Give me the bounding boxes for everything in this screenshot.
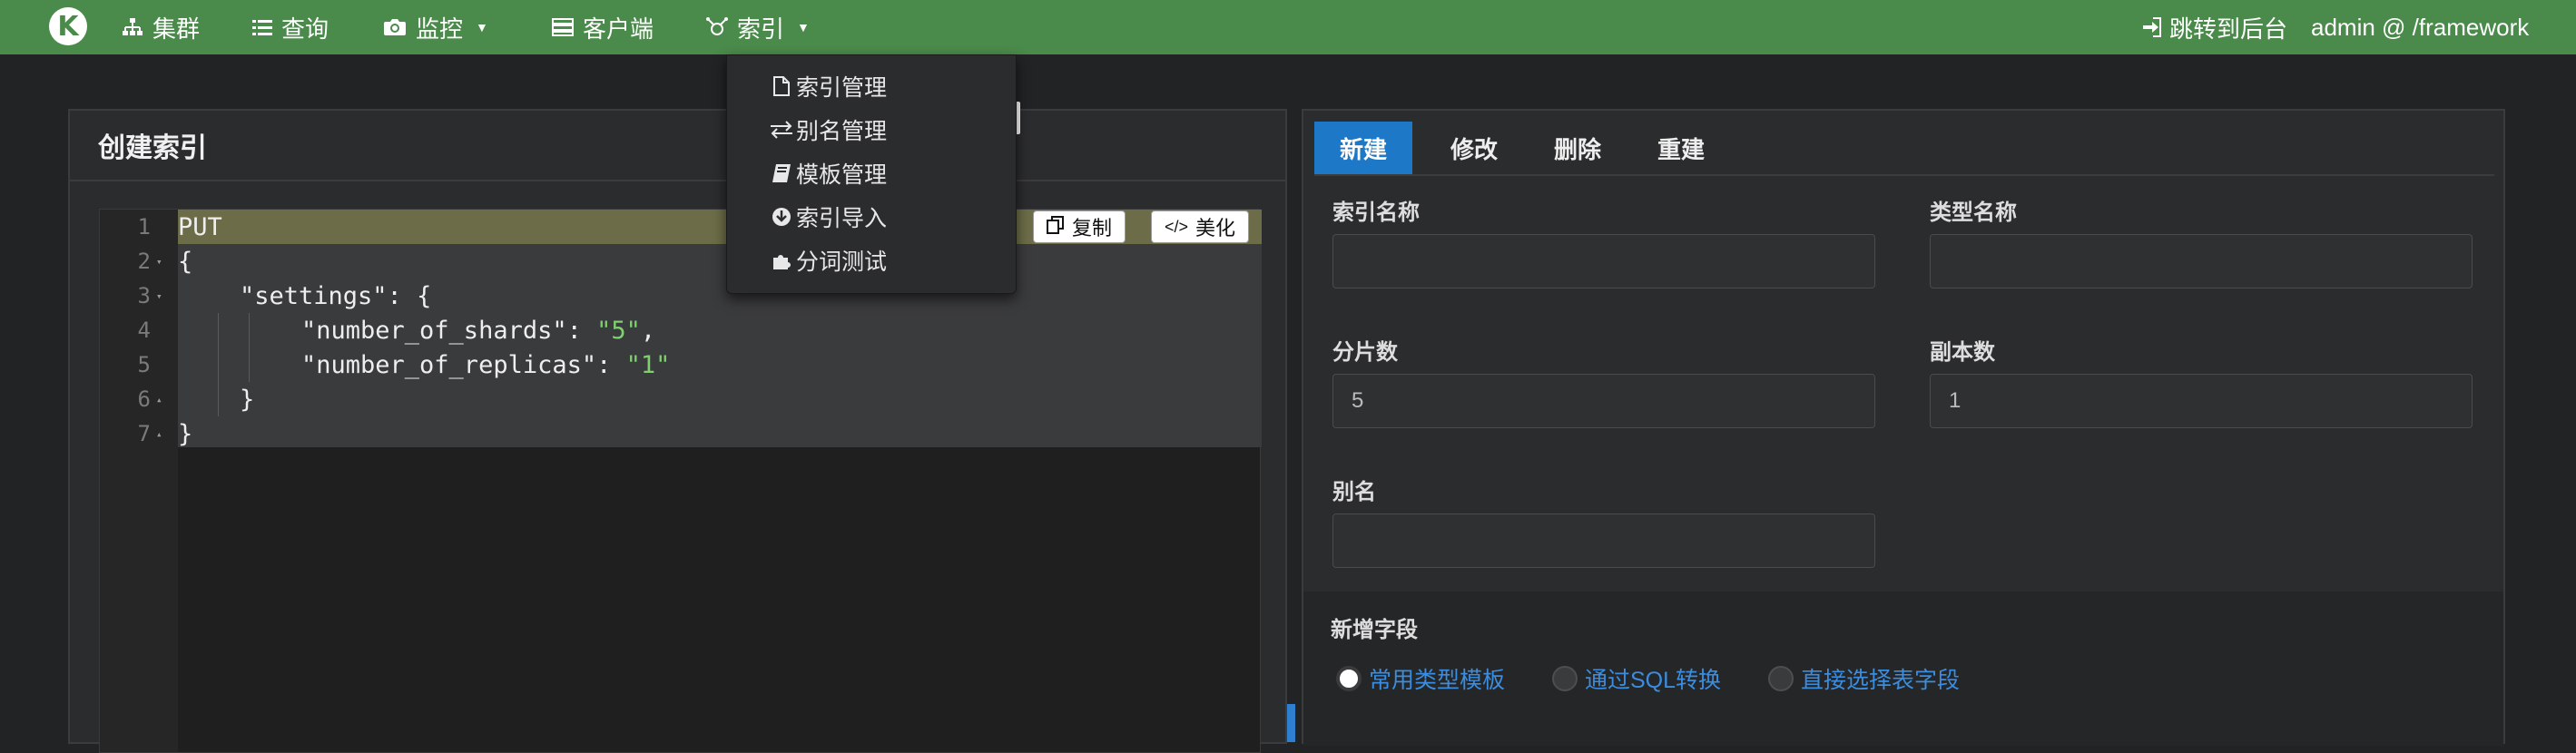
top-navbar: K 集群 查询 监控 ▼ 客户端 索引 ▼ 跳转到后台 admin @ /fra… xyxy=(0,0,2576,54)
kibana-logo-icon[interactable]: K xyxy=(49,7,87,45)
line-number: 5 xyxy=(137,352,151,377)
radio-label: 直接选择表字段 xyxy=(1801,668,1961,693)
type-name-label: 类型名称 xyxy=(1930,200,2017,225)
menu-item-tokenizer-test[interactable]: 分词测试 xyxy=(727,239,1016,282)
indent-guide xyxy=(218,313,219,416)
user-info-label: admin @ /framework xyxy=(2311,13,2530,41)
editor-gutter: 1 2 ▾ 3 ▾ 4 5 6 ▴ 7 ▴ xyxy=(100,210,178,752)
code-line-6: } xyxy=(240,385,255,414)
radio-checked-icon[interactable] xyxy=(1336,666,1362,691)
nav-client-label: 客户端 xyxy=(583,15,654,43)
nav-index[interactable]: 索引 ▼ xyxy=(706,0,810,54)
tab-modify[interactable]: 修改 xyxy=(1432,122,1516,174)
radio-label: 通过SQL转换 xyxy=(1585,668,1722,693)
radio-label: 常用类型模板 xyxy=(1369,668,1506,693)
radio-common-template[interactable]: 常用类型模板 xyxy=(1336,662,1505,695)
panel-title-text: 创建索引 xyxy=(98,133,207,163)
nav-monitor[interactable]: 监控 ▼ xyxy=(383,0,488,54)
puzzle-icon xyxy=(769,250,794,270)
indent-guide xyxy=(249,313,250,382)
line-number: 4 xyxy=(137,318,151,343)
code-editor[interactable]: 1 2 ▾ 3 ▾ 4 5 6 ▴ 7 ▴ PUT { "settings": { "n… xyxy=(99,209,1262,753)
copy-icon xyxy=(1047,215,1065,239)
menu-item-index-import[interactable]: 索引导入 xyxy=(727,195,1016,239)
line-number: 7 ▴ xyxy=(100,416,178,451)
camera-icon xyxy=(383,17,407,37)
menu-item-label: 模板管理 xyxy=(796,162,888,188)
download-icon xyxy=(769,207,794,227)
book-icon xyxy=(769,163,794,183)
tab-rebuild[interactable]: 重建 xyxy=(1639,122,1723,174)
create-index-panel: 创建索引 1 2 ▾ 3 ▾ 4 5 6 ▴ 7 ▴ PUT { "settings":… xyxy=(68,109,1287,753)
index-name-label: 索引名称 xyxy=(1332,200,1420,225)
exchange-icon xyxy=(769,121,794,139)
nav-query-label: 查询 xyxy=(281,15,329,43)
nav-cluster[interactable]: 集群 xyxy=(122,0,200,54)
menu-item-alias-manage[interactable]: 别名管理 xyxy=(727,108,1016,152)
index-form-panel: 新建 修改 删除 重建 索引名称 类型名称 分片数 副本数 别名 新增字段 常用… xyxy=(1302,109,2505,746)
list-icon xyxy=(252,18,272,36)
shards-input[interactable] xyxy=(1332,374,1875,428)
menu-item-index-manage[interactable]: 索引管理 xyxy=(727,64,1016,108)
beautify-button[interactable]: </> 美化 xyxy=(1151,210,1250,243)
code-line-7: } xyxy=(178,419,193,448)
replicas-label: 副本数 xyxy=(1930,340,1995,365)
fold-arrow-icon[interactable]: ▾ xyxy=(156,256,165,268)
file-icon xyxy=(769,76,794,96)
radio-unchecked-icon[interactable] xyxy=(1552,666,1578,691)
scrollbar[interactable] xyxy=(1287,704,1295,742)
code-line-4: "number_of_shards": "5", xyxy=(301,316,656,345)
tab-divider xyxy=(1314,174,2494,176)
code-line-2: { xyxy=(178,247,193,276)
fold-arrow-icon[interactable]: ▾ xyxy=(156,290,165,302)
user-info[interactable]: admin @ /framework xyxy=(2311,0,2529,54)
sitemap-icon xyxy=(122,17,143,37)
beautify-button-label: 美化 xyxy=(1195,217,1236,240)
code-icon: </> xyxy=(1165,217,1189,236)
index-name-input[interactable] xyxy=(1332,234,1875,288)
nav-cluster-label: 集群 xyxy=(152,15,201,43)
nav-query[interactable]: 查询 xyxy=(252,0,329,54)
fold-end-icon: ▴ xyxy=(156,427,162,440)
copy-button-label: 复制 xyxy=(1072,217,1113,240)
backend-link[interactable]: 跳转到后台 xyxy=(2142,0,2287,54)
replicas-input[interactable] xyxy=(1930,374,2473,428)
index-icon xyxy=(706,17,728,37)
nav-index-label: 索引 xyxy=(737,15,785,43)
code-line-5: "number_of_replicas": "1" xyxy=(301,350,671,379)
menu-item-label: 别名管理 xyxy=(796,119,888,144)
shards-label: 分片数 xyxy=(1332,340,1398,365)
panel-title: 创建索引 xyxy=(70,111,1285,181)
tab-bar: 新建 修改 删除 重建 xyxy=(1314,122,1743,174)
nav-monitor-label: 监控 xyxy=(416,15,464,43)
fold-end-icon: ▴ xyxy=(156,393,162,406)
line-number: 3 ▾ xyxy=(100,279,178,313)
line-number: 1 xyxy=(137,214,151,240)
code-line-3: "settings": { xyxy=(240,281,432,310)
line-number: 2 ▾ xyxy=(100,244,178,279)
tab-create[interactable]: 新建 xyxy=(1314,122,1413,174)
type-name-input[interactable] xyxy=(1930,234,2473,288)
tab-delete[interactable]: 删除 xyxy=(1536,122,1619,174)
menu-item-label: 分词测试 xyxy=(796,249,888,275)
alias-input[interactable] xyxy=(1332,513,1875,568)
menu-item-template-manage[interactable]: 模板管理 xyxy=(727,152,1016,195)
menu-item-label: 索引管理 xyxy=(796,75,888,101)
chevron-down-icon: ▼ xyxy=(797,20,810,34)
copy-button[interactable]: 复制 xyxy=(1033,210,1126,243)
chevron-down-icon: ▼ xyxy=(476,20,488,34)
line-number: 6 ▴ xyxy=(100,382,178,416)
radio-table-fields[interactable]: 直接选择表字段 xyxy=(1768,662,1960,695)
new-field-title: 新增字段 xyxy=(1331,618,1418,642)
menu-item-label: 索引导入 xyxy=(796,206,888,231)
sign-in-icon xyxy=(2142,17,2162,37)
server-icon xyxy=(552,18,574,36)
nav-client[interactable]: 客户端 xyxy=(552,0,654,54)
radio-sql-convert[interactable]: 通过SQL转换 xyxy=(1552,662,1721,695)
backend-link-label: 跳转到后台 xyxy=(2169,15,2288,43)
index-dropdown-menu: 索引管理 别名管理 模板管理 索引导入 分词测试 xyxy=(726,54,1017,294)
alias-label: 别名 xyxy=(1332,480,1376,504)
radio-unchecked-icon[interactable] xyxy=(1768,666,1794,691)
